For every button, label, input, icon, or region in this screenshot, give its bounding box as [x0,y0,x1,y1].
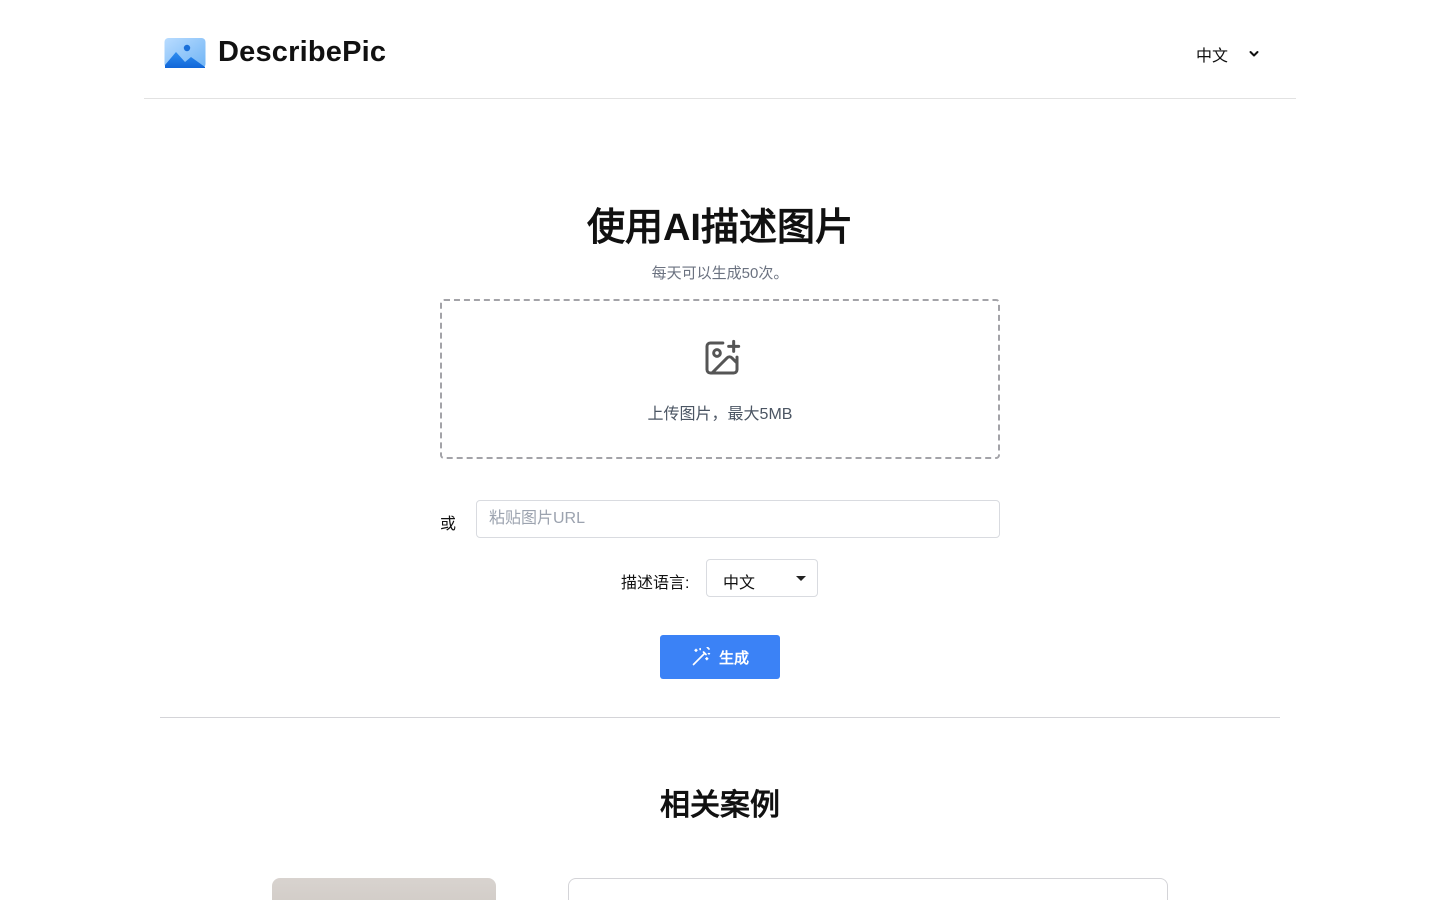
case-image-thumbnail[interactable] [272,878,496,900]
magic-wand-icon [692,647,711,666]
image-url-input[interactable] [476,500,1000,538]
language-switcher[interactable]: 中文 [1196,42,1260,66]
chevron-down-icon [1249,51,1259,57]
generate-label: 生成 [718,649,749,667]
description-language-label: 描述语言: [621,575,690,592]
usage-limit-text: 每天可以生成50次。 [651,265,789,282]
page-title: 使用AI描述图片 [586,207,853,249]
related-cases-title: 相关案例 [660,789,780,822]
case-description-card [568,878,1168,900]
site-header: DescribePic 中文 [144,0,1296,99]
description-language-select[interactable]: 中文 [706,559,818,597]
image-landscape-icon [164,37,206,68]
or-label: 或 [440,516,457,533]
language-label: 中文 [1195,48,1228,65]
section-divider [160,717,1280,718]
caret-down-icon [796,576,806,581]
description-language-value: 中文 [723,575,756,592]
upload-hint: 上传图片，最大5MB [647,406,793,423]
image-plus-icon [705,339,741,375]
brand-name: DescribePic [218,36,387,68]
upload-dropzone[interactable]: 上传图片，最大5MB [440,299,1000,459]
generate-button[interactable]: 生成 [660,635,780,679]
brand[interactable]: DescribePic [164,36,386,69]
